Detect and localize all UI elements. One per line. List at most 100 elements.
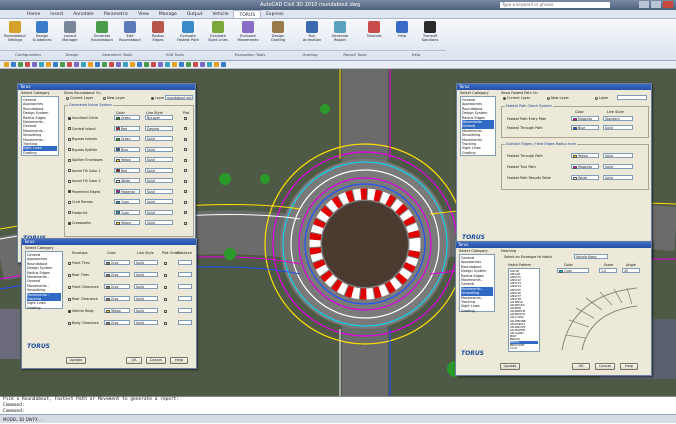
category-item[interactable]: Grading [27,306,61,310]
toolbar-icon[interactable] [95,62,100,67]
toolbar-icon[interactable] [60,62,65,67]
category-item[interactable]: Movements - Tracking [23,138,57,147]
plot-checkbox[interactable] [184,200,188,204]
toolbar-icon[interactable] [88,62,93,67]
ok-button[interactable]: OK [572,363,590,370]
color-dropdown[interactable]: Yellow [104,308,130,313]
hatch-color-dropdown[interactable]: Cyan [557,268,589,273]
category-list[interactable]: General Approaches Roundabout Design System… [25,251,63,310]
color-dropdown[interactable]: Gray [104,272,130,277]
toolbar-icon[interactable] [179,62,184,67]
category-item[interactable]: Grading [461,309,493,313]
distance-input[interactable] [178,296,192,301]
ribbon-button-design-grading[interactable]: Design Grading [266,21,290,49]
color-dropdown[interactable]: Magenta [571,164,599,169]
distance-input[interactable] [178,320,192,325]
close-button[interactable] [663,1,673,8]
category-item[interactable]: Movements - Smoothing [462,129,494,138]
linestyle-dropdown[interactable]: Solid [134,308,158,313]
toolbar-icon[interactable] [123,62,128,67]
linestyle-dropdown[interactable]: Solid [603,125,633,130]
linestyle-dropdown[interactable]: Solid [145,209,173,215]
ribbon-button-evaluate-movements[interactable]: Evaluate Movements [236,21,260,49]
distance-input[interactable] [178,284,192,289]
ribbon-button-run-animation[interactable]: Run Animation [300,21,324,49]
linestyle-dropdown[interactable]: ByLayer [145,115,173,120]
ribbon-button-evaluate-sight-lines[interactable]: Evaluate Sight Lines [206,21,230,49]
toolbar-icon[interactable] [46,62,51,67]
toolbar-icon[interactable] [67,62,72,67]
envelope-row-label[interactable]: Front Clearance [68,285,99,289]
envelope-checkbox[interactable] [68,273,71,277]
maximize-button[interactable] [651,1,661,8]
color-dropdown[interactable]: Magenta [571,116,599,121]
color-dropdown[interactable]: Gray [104,260,130,265]
edge-row-label[interactable]: Crosswalks [68,221,91,225]
envelope-checkbox[interactable] [68,261,71,265]
tab-view[interactable]: View [133,10,154,18]
hatch-pattern-list[interactable]: SOLID ANGLE ANSI31 ANSI32 ANSI33 ANSI34 ANSI35… [508,268,540,352]
toolbar-icon[interactable] [158,62,163,67]
category-item[interactable]: Movements - General [27,275,61,284]
envelope-dropdown[interactable]: Vehicle Body [574,254,608,259]
tab-home[interactable]: Home [22,10,45,18]
tab-vehicle[interactable]: Vehicle [207,10,233,18]
toolbar-icon[interactable] [81,62,86,67]
envelope-row-label[interactable]: Rear Clearance [68,297,98,301]
edge-row-label[interactable]: Curb Ramps [68,200,93,204]
toolbar-icon[interactable] [151,62,156,67]
tab-parametric[interactable]: Parametric [99,10,133,18]
color-dropdown[interactable]: Green [114,115,140,120]
radio-current-layer[interactable]: Current Layer [503,96,530,100]
color-dropdown[interactable]: Blue [571,125,599,130]
edge-checkbox[interactable] [68,211,71,214]
category-item[interactable]: Movements - General [23,120,57,129]
toolbar-icon[interactable] [172,62,177,67]
plot-checkbox[interactable] [184,158,188,162]
cancel-button[interactable]: Cancel [146,357,166,364]
color-dropdown[interactable]: Cyan [114,199,140,204]
radio-layer[interactable]: Layer [595,96,608,100]
linestyle-dropdown[interactable]: Solid [134,296,158,301]
linestyle-dropdown[interactable]: Solid [145,178,173,183]
distance-input[interactable] [178,260,192,265]
plot-checkbox[interactable] [164,261,168,265]
radio-current-layer[interactable]: Current Layer [66,96,93,100]
category-item[interactable]: Movements - Tracking [461,296,493,305]
envelope-checkbox[interactable] [68,285,71,289]
tab-manage[interactable]: Manage [154,10,182,18]
plot-checkbox[interactable] [184,169,188,173]
plot-checkbox[interactable] [164,273,168,277]
ok-button[interactable]: OK [126,357,142,364]
layer-dropdown[interactable] [617,95,647,100]
scale-input[interactable]: 1.0 [599,268,617,273]
distance-input[interactable] [178,272,192,277]
toolbar-icon[interactable] [207,62,212,67]
plot-checkbox[interactable] [184,179,188,183]
plot-checkbox[interactable] [184,190,188,194]
tab-annotate[interactable]: Annotate [68,10,99,18]
linestyle-dropdown[interactable]: Solid [603,153,633,158]
envelope-row-label[interactable]: Rear Tires [68,273,89,277]
color-dropdown[interactable]: Red [114,125,140,131]
ribbon-button-edit-roundabout[interactable]: Edit Roundabout [118,21,142,49]
plot-checkbox[interactable] [164,285,168,289]
radio-layer[interactable]: Layer [151,96,164,100]
linestyle-dropdown[interactable]: Solid [145,167,173,173]
linestyle-dropdown[interactable]: Solid [145,136,173,141]
edge-checkbox[interactable] [68,179,71,183]
color-dropdown[interactable]: White [571,175,599,180]
toolbar-icon[interactable] [102,62,107,67]
edge-row-label[interactable]: Apron Fill Color 1 [68,169,101,173]
edge-row-label[interactable]: Apron Fill Color 2 [68,179,101,183]
drawing-canvas[interactable]: Torus Select Category General Approaches R… [0,69,676,396]
toolbar-icon[interactable] [221,62,226,67]
ribbon-button-generate-roundabout[interactable]: Generate Roundabout [90,21,114,49]
color-dropdown[interactable]: Gray [104,296,130,301]
toolbar-icon[interactable] [130,62,135,67]
envelope-checkbox[interactable] [68,309,71,313]
category-item[interactable]: Grading [462,151,494,155]
hatch-pattern-item[interactable]: CLAY [510,347,538,350]
color-dropdown[interactable]: Yellow [114,220,140,225]
edge-checkbox[interactable] [68,148,71,151]
